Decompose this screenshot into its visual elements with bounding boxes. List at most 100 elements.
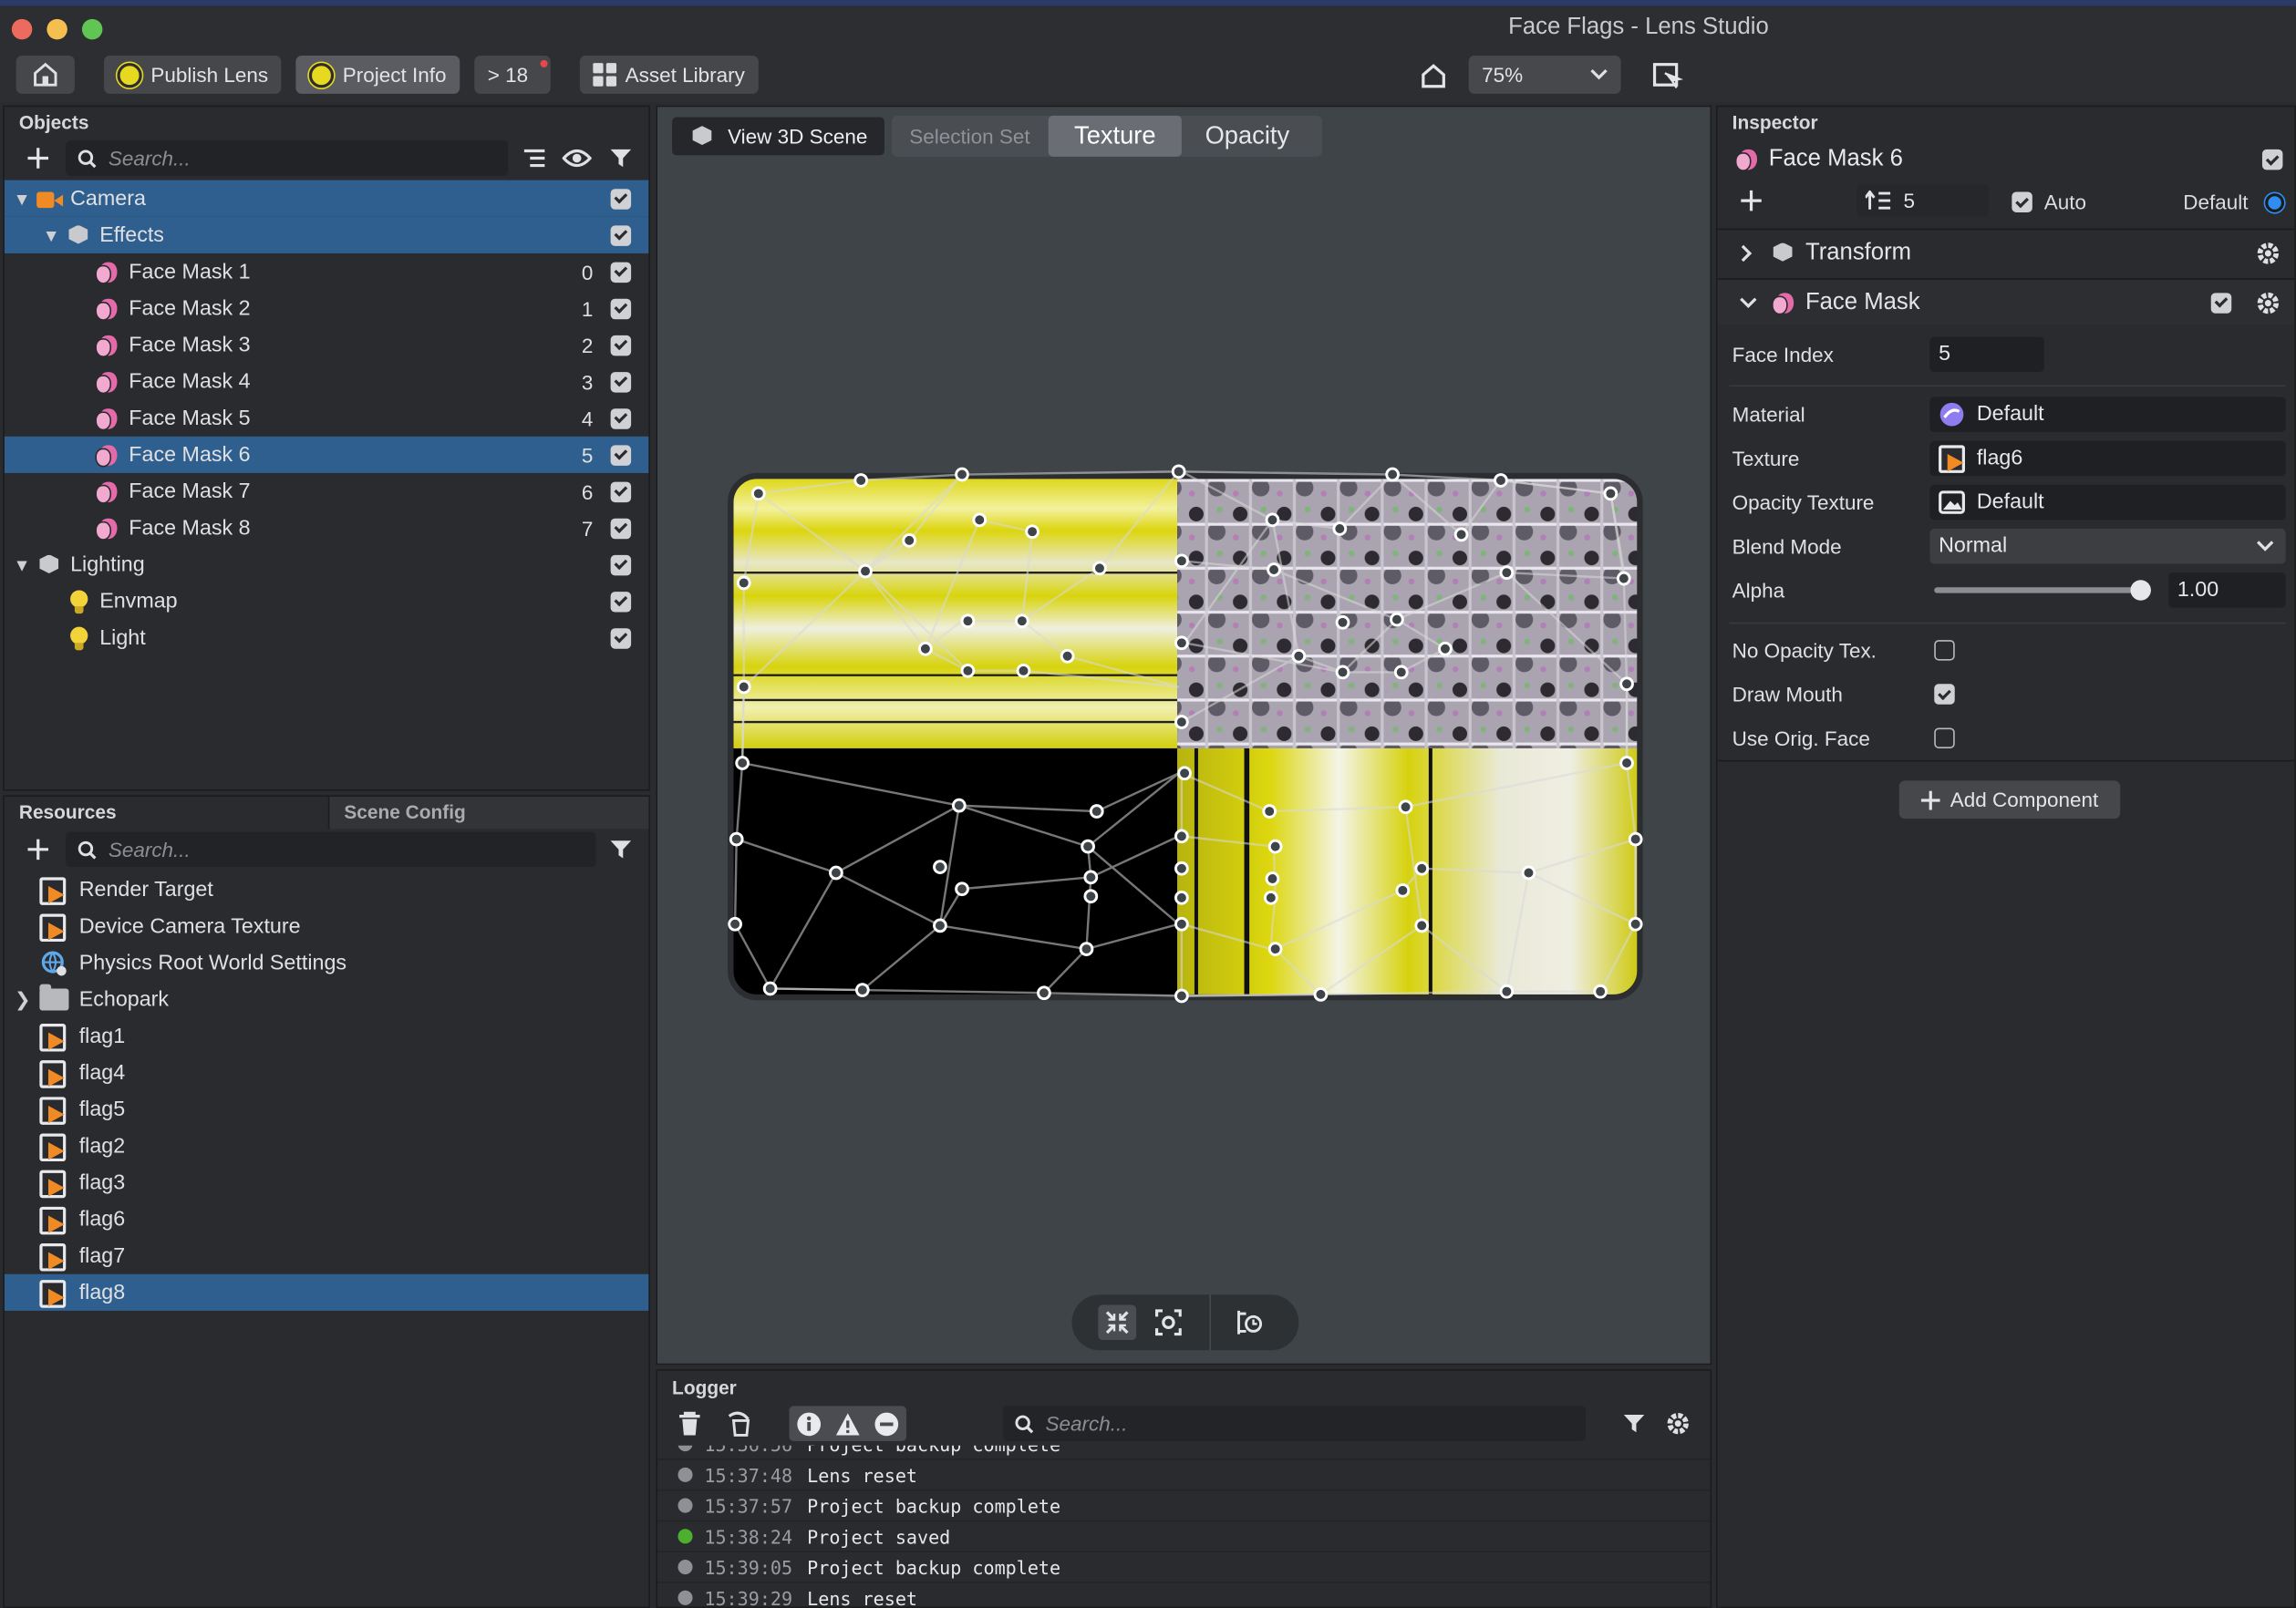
material-field[interactable]: Default [1929,397,2286,432]
zoom-select[interactable]: 75% [1468,56,1621,94]
no-opacity-tex-checkbox[interactable] [1934,640,1955,661]
tree-item-camera[interactable]: ▼ Camera [4,180,649,217]
resource-flag8[interactable]: flag8 [4,1273,649,1311]
resources-search-input[interactable]: Search... [66,831,596,868]
opacity-texture-field[interactable]: Default [1929,484,2286,521]
tree-item-face-mask-5[interactable]: Face Mask 5 4 [5,400,649,437]
preview-cursor-button[interactable] [1651,61,1684,90]
enabled-checkbox[interactable] [610,371,632,392]
resource-flag4[interactable]: flag4 [5,1055,649,1091]
resource-device-camera-texture[interactable]: Device Camera Texture [5,908,649,944]
logger-filter-button[interactable] [1619,1409,1649,1438]
resource-flag2[interactable]: flag2 [5,1128,649,1164]
info-icon[interactable] [796,1411,821,1436]
log-entry[interactable]: 15:39:05 Project backup complete [657,1552,1711,1583]
add-component-button[interactable]: Add Component [1898,780,2121,819]
use-orig-face-checkbox[interactable] [1934,727,1955,748]
tree-item-face-mask-6[interactable]: Face Mask 6 5 [4,436,649,473]
tree-item-lighting[interactable]: ▼ Lighting [5,546,649,582]
face-mask-section-header[interactable]: Face Mask [1717,278,2295,325]
alpha-value-field[interactable]: 1.00 [2168,572,2286,608]
log-entry[interactable]: 15:36:56 Project backup complete [657,1445,1711,1460]
tree-item-envmap[interactable]: Envmap [5,582,649,619]
resource-flag6[interactable]: flag6 [5,1201,649,1237]
enabled-checkbox[interactable] [610,517,632,539]
enabled-checkbox[interactable] [610,407,632,428]
object-enabled-checkbox[interactable] [2261,149,2283,170]
focus-selection-button[interactable] [1150,1304,1188,1340]
tree-item-face-mask-2[interactable]: Face Mask 2 1 [5,290,649,326]
default-radio[interactable] [2265,193,2285,212]
add-child-button[interactable] [1736,186,1765,215]
log-entry[interactable]: 15:39:29 Lens reset [657,1583,1711,1606]
transform-section-header[interactable]: Transform [1717,228,2295,275]
chevron-right-icon[interactable]: ❯ [15,988,31,1012]
texture-viewport[interactable]: View 3D Scene Selection Set Texture Opac… [656,105,1712,1366]
objects-search-input[interactable]: Search... [66,140,509,176]
log-list[interactable]: 15:36:56 Project backup complete 15:37:4… [657,1445,1711,1606]
publish-lens-button[interactable]: Publish Lens [104,56,282,94]
log-entry[interactable]: 15:38:24 Project saved [657,1521,1711,1552]
zoom-window-button[interactable] [81,18,103,40]
chevron-down-icon[interactable]: ▼ [13,188,30,208]
reset-view-button[interactable] [1230,1304,1268,1340]
alpha-slider[interactable] [1934,580,2151,601]
clear-log-button[interactable] [675,1409,704,1438]
enabled-checkbox[interactable] [610,554,632,575]
logger-settings-button[interactable] [1663,1409,1692,1438]
objects-filter-button[interactable] [606,143,636,172]
logger-search-input[interactable]: Search... [1002,1406,1587,1441]
tree-item-face-mask-1[interactable]: Face Mask 1 0 [5,253,649,290]
chevron-down-icon[interactable]: ▼ [13,554,30,574]
enabled-checkbox[interactable] [610,188,632,209]
tree-item-face-mask-8[interactable]: Face Mask 8 7 [5,510,649,546]
log-entry[interactable]: 15:37:48 Lens reset [657,1460,1711,1491]
layer-field[interactable]: 5 [1856,184,1989,217]
hierarchy-view-button[interactable] [520,143,549,172]
enabled-checkbox[interactable] [610,261,632,283]
resource-physics-root-world-settings[interactable]: Physics Root World Settings [5,944,649,981]
object-name-field[interactable]: Face Mask 6 [1769,147,1903,173]
close-window-button[interactable] [11,18,33,40]
gear-icon[interactable] [2255,289,2281,315]
enabled-checkbox[interactable] [610,297,632,319]
error-icon[interactable] [874,1411,899,1436]
clear-on-reset-button[interactable] [725,1409,754,1438]
tree-item-effects[interactable]: ▼ Effects [4,216,649,253]
add-resource-button[interactable] [24,835,53,864]
asset-library-button[interactable]: Asset Library [579,56,759,94]
resource-echopark-folder[interactable]: ❯ Echopark [5,981,649,1017]
resources-filter-button[interactable] [606,835,636,864]
auto-checkbox[interactable] [2012,191,2032,212]
home-button[interactable] [16,56,75,94]
fit-view-button[interactable] [1098,1304,1137,1341]
gear-icon[interactable] [2255,240,2281,266]
warning-icon[interactable] [834,1411,861,1436]
enabled-checkbox[interactable] [610,335,632,356]
enabled-checkbox[interactable] [610,224,632,246]
enabled-checkbox[interactable] [610,444,632,466]
tree-item-face-mask-3[interactable]: Face Mask 3 2 [5,326,649,363]
camera-home-button[interactable] [1417,60,1453,92]
resource-render-target[interactable]: Render Target [5,871,649,908]
face-index-field[interactable]: 5 [1929,336,2044,373]
tree-item-face-mask-4[interactable]: Face Mask 4 3 [5,363,649,399]
resource-flag1[interactable]: flag1 [5,1018,649,1055]
resource-flag7[interactable]: flag7 [5,1238,649,1274]
alpha-slider-handle[interactable] [2130,580,2151,601]
enabled-checkbox[interactable] [610,591,632,612]
resource-flag3[interactable]: flag3 [5,1164,649,1201]
minimize-window-button[interactable] [47,18,67,40]
resource-flag5[interactable]: flag5 [5,1091,649,1128]
add-object-button[interactable] [24,143,53,172]
chevron-down-icon[interactable]: ▼ [43,225,60,245]
blend-mode-select[interactable]: Normal [1929,528,2286,564]
tree-item-face-mask-7[interactable]: Face Mask 7 6 [5,473,649,510]
face-mask-texture-preview[interactable] [657,107,1712,1365]
project-info-button[interactable]: Project Info [295,56,460,94]
tab-scene-config[interactable]: Scene Config [327,796,649,830]
draw-mouth-checkbox[interactable] [1934,684,1955,705]
enabled-checkbox[interactable] [610,480,632,502]
texture-field[interactable]: flag6 [1929,440,2286,477]
log-entry[interactable]: 15:37:57 Project backup complete [657,1491,1711,1522]
